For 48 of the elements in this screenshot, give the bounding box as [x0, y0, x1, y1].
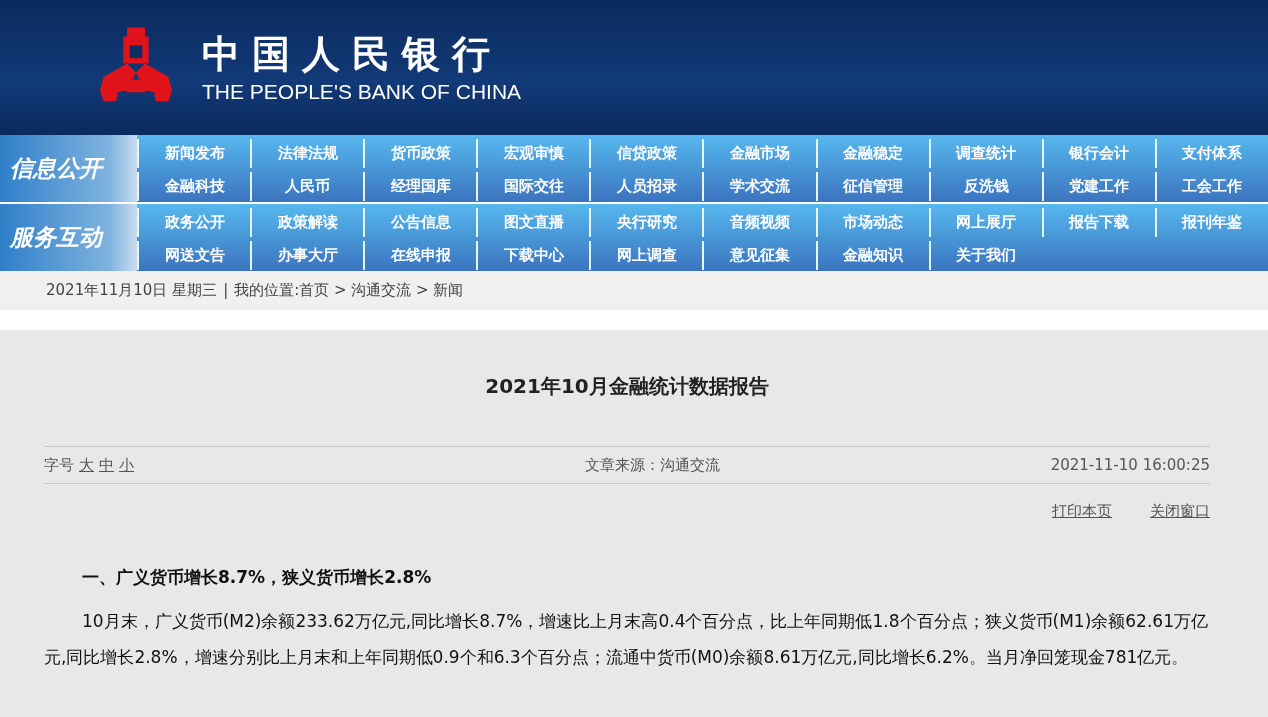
nav-link[interactable]: 信贷政策 — [589, 139, 703, 168]
nav-link[interactable]: 音频视频 — [702, 208, 816, 237]
nav-link[interactable]: 人员招录 — [589, 172, 703, 201]
breadcrumb-text: 我的位置:首页 > 沟通交流 > 新闻 — [234, 280, 464, 300]
article-title: 2021年10月金融统计数据报告 — [484, 373, 770, 400]
nav-section-title: 服务互动 — [0, 204, 137, 271]
date-text: 2021年11月10日 星期三 — [46, 280, 218, 300]
nav-link[interactable]: 学术交流 — [702, 172, 816, 201]
nav-link[interactable]: 征信管理 — [815, 172, 929, 201]
separator-text: | — [223, 281, 229, 299]
nav-link[interactable]: 反洗钱 — [928, 172, 1042, 201]
nav-link[interactable]: 支付体系 — [1154, 139, 1268, 168]
nav-link[interactable]: 金融稳定 — [815, 139, 929, 168]
nav-link[interactable]: 报刊年鉴 — [1154, 208, 1268, 237]
article-paragraph: 10月末，广义货币(M2)余额233.62万亿元,同比增长8.7%，增速比上月末高0.4个百分点，比上年同期低1.8个百分点；狭义货币(M1)余额62.61万亿元,同比增长2.8%，增速分别比上月末和上年同期低0.9个和6.3个百分点；流通中货币(M0)余额8.61万亿元,同比增长6.2%。当月净回笼现金781亿元。 — [44, 610, 1209, 669]
font-size-link[interactable]: 中 — [99, 455, 114, 475]
nav-link[interactable]: 经理国库 — [363, 172, 477, 201]
nav-link[interactable]: 货币政策 — [363, 139, 477, 168]
nav-link[interactable]: 党建工作 — [1041, 172, 1155, 201]
action-link[interactable]: 关闭窗口 — [1150, 502, 1210, 521]
nav-link[interactable]: 银行会计 — [1041, 139, 1155, 168]
source-text: 文章来源：沟通交流 — [584, 455, 720, 475]
nav-link[interactable]: 国际交往 — [476, 172, 590, 201]
nav-link[interactable]: 央行研究 — [589, 208, 703, 237]
nav-section-title: 信息公开 — [0, 135, 137, 202]
logo-chinese-text: 中国人民银行 — [202, 29, 503, 78]
nav-link[interactable]: 网上展厅 — [928, 208, 1042, 237]
nav-link[interactable]: 新闻发布 — [137, 139, 251, 168]
nav-link[interactable]: 公告信息 — [363, 208, 477, 237]
nav-link[interactable]: 调查统计 — [928, 139, 1042, 168]
nav-link[interactable]: 金融市场 — [702, 139, 816, 168]
nav-link[interactable]: 市场动态 — [815, 208, 929, 237]
nav-link[interactable]: 人民币 — [250, 172, 364, 201]
nav-link[interactable]: 政策解读 — [250, 208, 364, 237]
font-size-link[interactable]: 小 — [119, 455, 134, 475]
logo-english-text: THE PEOPLE'S BANK OF CHINA — [202, 78, 522, 105]
nav-link[interactable]: 图文直播 — [476, 208, 590, 237]
section-heading: 一、广义货币增长8.7%，狭义货币增长2.8% — [82, 566, 433, 589]
nav-link[interactable]: 报告下载 — [1041, 208, 1155, 237]
nav-link[interactable]: 宏观审慎 — [476, 139, 590, 168]
nav-link[interactable]: 法律法规 — [250, 139, 364, 168]
nav-link[interactable]: 工会工作 — [1154, 172, 1268, 201]
font-size-label: 字号 — [44, 455, 74, 475]
font-size-link[interactable]: 大 — [79, 455, 94, 475]
datetime-text: 2021-11-10 16:00:25 — [1050, 456, 1210, 474]
nav-link[interactable]: 金融科技 — [137, 172, 251, 201]
action-link[interactable]: 打印本页 — [1052, 502, 1112, 521]
nav-link[interactable]: 政务公开 — [137, 208, 251, 237]
